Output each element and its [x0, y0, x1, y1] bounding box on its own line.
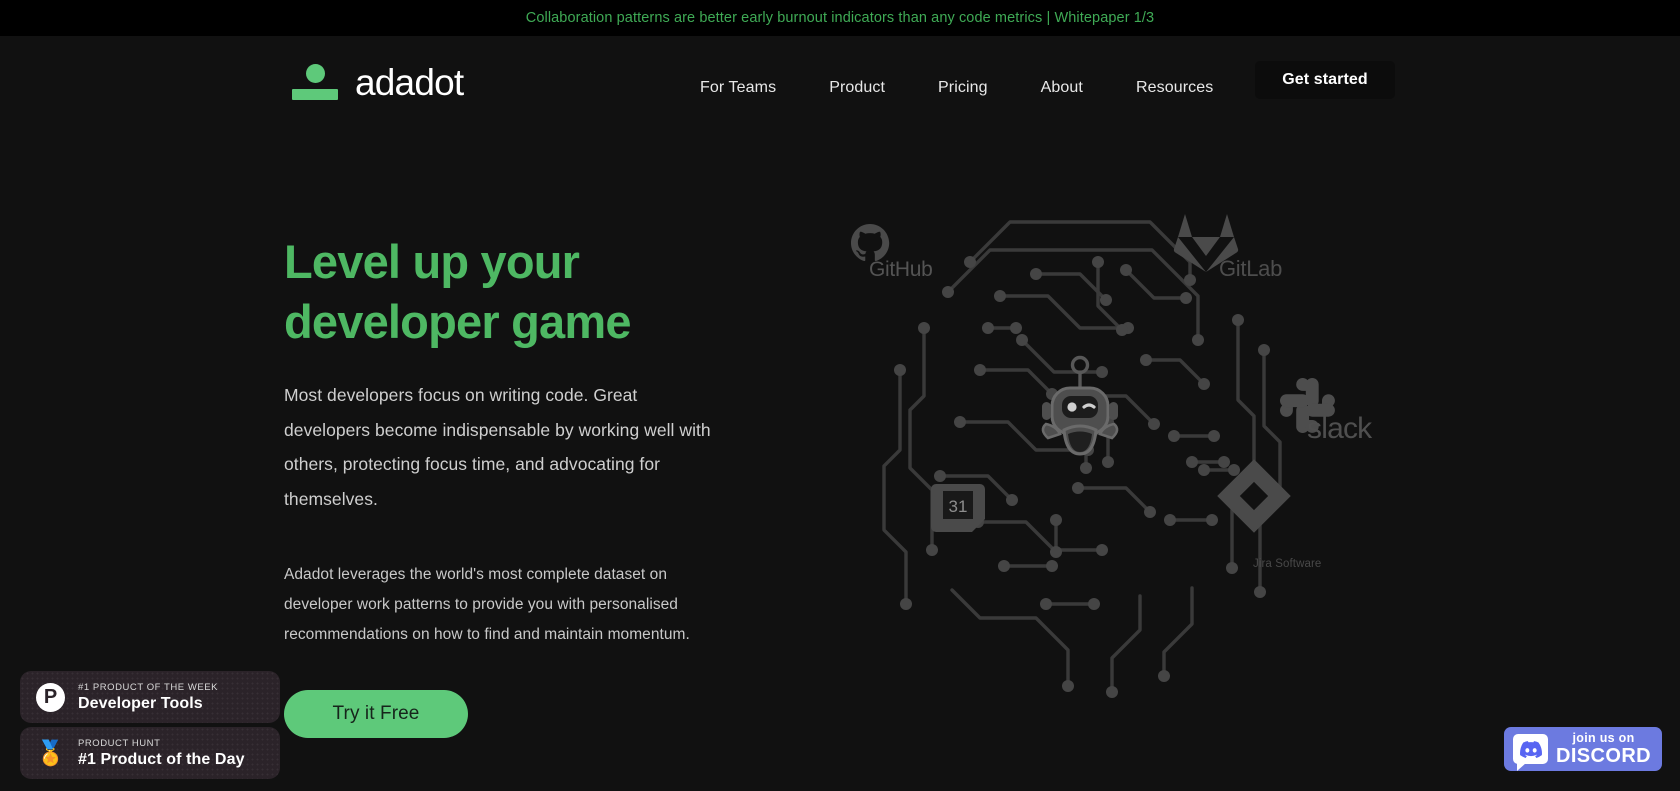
- discord-icon: [1513, 734, 1548, 771]
- announcement-banner[interactable]: Collaboration patterns are better early …: [0, 0, 1680, 36]
- site-header: adadot For Teams Product Pricing About R…: [0, 36, 1680, 140]
- logo-text: adadot: [355, 61, 464, 103]
- nav-item-pricing[interactable]: Pricing: [938, 69, 988, 107]
- nav-item-product[interactable]: Product: [829, 69, 885, 107]
- badge-product-of-the-day[interactable]: 🏅 PRODUCT HUNT #1 Product of the Day: [20, 727, 280, 779]
- discord-widget[interactable]: join us on DISCORD: [1504, 727, 1662, 771]
- discord-wordmark: DISCORD: [1556, 745, 1652, 768]
- discord-join-label: join us on: [1572, 730, 1635, 745]
- product-hunt-p-icon: P: [36, 682, 65, 712]
- hero-description: Adadot leverages the world's most comple…: [284, 566, 690, 643]
- badge-kicker: #1 PRODUCT OF THE WEEK: [78, 682, 219, 693]
- hero-title-line-2: developer game: [284, 295, 631, 348]
- nav-item-about[interactable]: About: [1041, 69, 1083, 107]
- nav-item-resources[interactable]: Resources: [1136, 69, 1213, 107]
- get-started-button[interactable]: Get started: [1255, 61, 1395, 99]
- nav-item-for-teams[interactable]: For Teams: [700, 69, 776, 107]
- badge-title: Developer Tools: [78, 695, 203, 712]
- try-it-free-button[interactable]: Try it Free: [284, 690, 468, 738]
- badge-product-of-the-week[interactable]: P #1 PRODUCT OF THE WEEK Developer Tools: [20, 671, 280, 723]
- badge-text-group: #1 PRODUCT OF THE WEEK Developer Tools: [78, 681, 218, 713]
- page-title: Level up your developer game: [284, 232, 714, 352]
- announcement-text[interactable]: Collaboration patterns are better early …: [526, 10, 1154, 26]
- landing-page: Collaboration patterns are better early …: [0, 0, 1680, 791]
- gitlab-label: GitLab: [1219, 256, 1283, 281]
- adadot-logo-icon: [292, 62, 338, 102]
- badge-text-group: PRODUCT HUNT #1 Product of the Day: [78, 737, 245, 769]
- hero-content: Level up your developer game Most develo…: [284, 232, 714, 738]
- logo[interactable]: adadot: [292, 61, 464, 103]
- slack-label: slack: [1307, 412, 1372, 445]
- calendar-day-number: 31: [949, 497, 968, 516]
- github-label: GitHub: [869, 258, 933, 281]
- discord-text-group: join us on DISCORD: [1556, 732, 1651, 767]
- hero-title-line-1: Level up your: [284, 235, 580, 288]
- badge-kicker: PRODUCT HUNT: [78, 738, 161, 749]
- github-icon: [851, 224, 890, 262]
- gold-medal-icon: 🏅: [35, 739, 66, 767]
- product-hunt-badges: P #1 PRODUCT OF THE WEEK Developer Tools…: [20, 671, 280, 779]
- jira-label: Jira Software: [1253, 558, 1322, 570]
- badge-title: #1 Product of the Day: [78, 751, 245, 768]
- calendar-icon: 31: [931, 484, 985, 532]
- hero-subtitle: Most developers focus on writing code. G…: [284, 385, 711, 509]
- main-navigation: For Teams Product Pricing About Resource…: [700, 36, 1266, 140]
